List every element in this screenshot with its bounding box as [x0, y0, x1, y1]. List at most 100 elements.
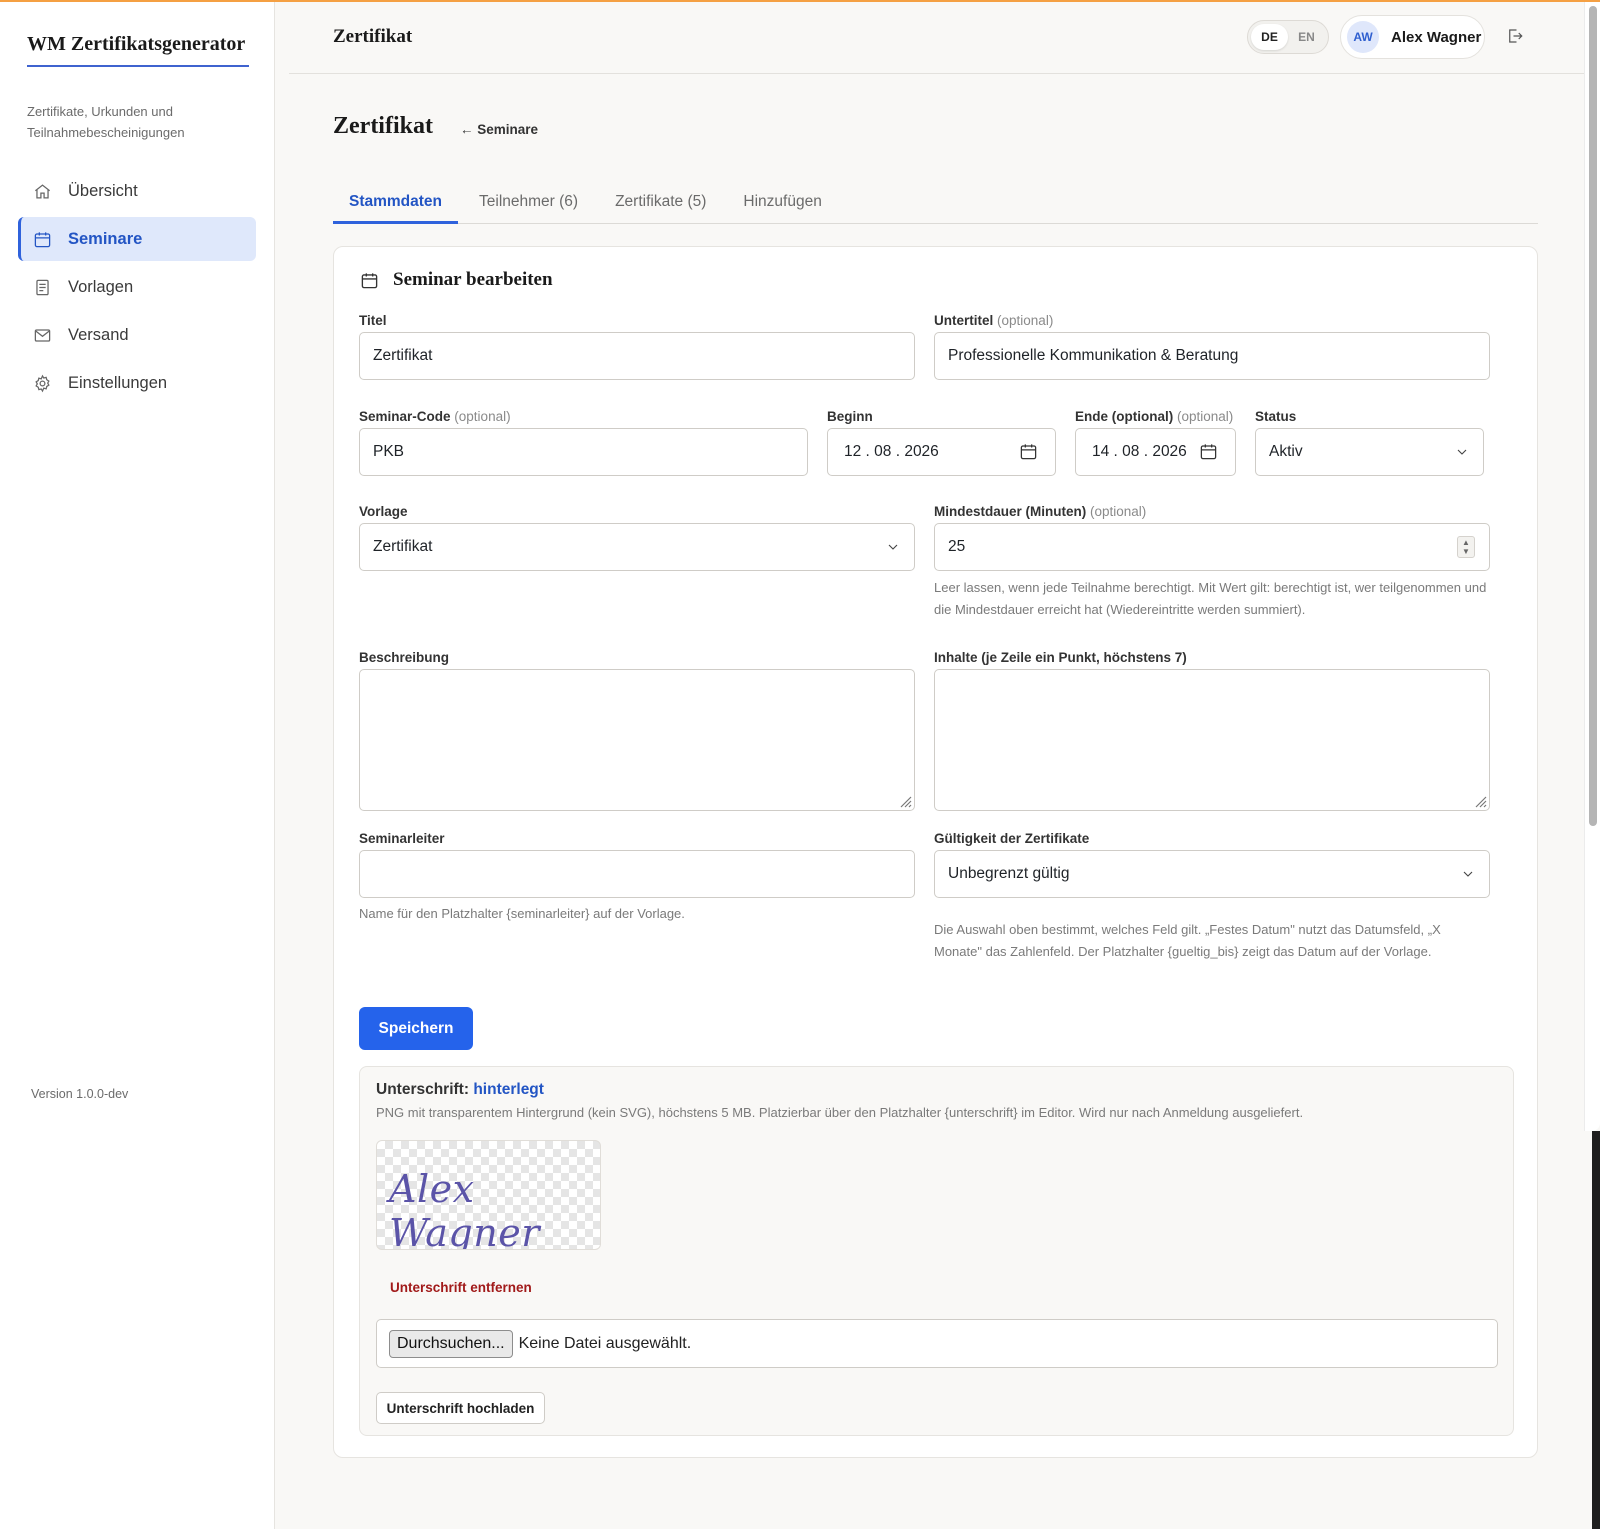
user-name: Alex Wagner	[1391, 28, 1482, 46]
seminarleiter-help: Name für den Platzhalter {seminarleiter}…	[359, 906, 685, 921]
top-accent-bar	[0, 0, 1600, 2]
chevron-down-icon	[1460, 866, 1476, 882]
user-menu[interactable]: AW Alex Wagner	[1340, 15, 1485, 59]
logout-icon[interactable]	[1506, 27, 1526, 47]
mail-icon	[32, 325, 52, 345]
page-title: Zertifikat	[333, 113, 433, 139]
save-button[interactable]: Speichern	[359, 1007, 473, 1050]
tab-hinzufuegen[interactable]: Hinzufügen	[727, 180, 837, 224]
calendar-icon[interactable]	[1199, 442, 1219, 462]
scrollbar-thumb[interactable]	[1589, 6, 1597, 826]
lang-de-button[interactable]: DE	[1251, 24, 1288, 50]
untertitel-label-text: Untertitel	[934, 313, 994, 328]
seminarleiter-input[interactable]	[359, 850, 915, 898]
vorlage-label: Vorlage	[359, 504, 408, 519]
status-value: Aktiv	[1269, 443, 1303, 460]
card-title-text: Seminar bearbeiten	[393, 269, 553, 290]
stepper-up-icon[interactable]: ▲	[1462, 538, 1470, 547]
gueltigkeit-select[interactable]: Unbegrenzt gültig	[934, 850, 1490, 898]
signature-title: Unterschrift: hinterlegt	[376, 1081, 544, 1099]
sidebar-item-uebersicht[interactable]: Übersicht	[18, 169, 256, 213]
untertitel-input[interactable]: Professionelle Kommunikation & Beratung	[934, 332, 1490, 380]
scrollbar[interactable]	[1584, 0, 1600, 1131]
status-select[interactable]: Aktiv	[1255, 428, 1484, 476]
seminar-code-input[interactable]: PKB	[359, 428, 808, 476]
window-edge	[1592, 1131, 1600, 1529]
mindestdauer-value: 25	[948, 538, 966, 555]
back-link-seminare[interactable]: ← Seminare	[460, 122, 538, 137]
avatar: AW	[1347, 21, 1379, 53]
gear-icon	[32, 373, 52, 393]
mindestdauer-label-text: Mindestdauer (Minuten)	[934, 504, 1087, 519]
brand-title: WM Zertifikatsgenerator	[27, 29, 249, 67]
mindestdauer-number-input[interactable]: 25 ▲ ▼	[934, 523, 1490, 571]
header-title: Zertifikat	[333, 26, 413, 47]
card-title: Seminar bearbeiten	[360, 269, 553, 291]
number-stepper[interactable]: ▲ ▼	[1457, 536, 1475, 558]
untertitel-label: Untertitel (optional)	[934, 313, 1053, 328]
sidebar-item-einstellungen[interactable]: Einstellungen	[18, 361, 256, 405]
sidebar-item-versand[interactable]: Versand	[18, 313, 256, 357]
stepper-down-icon[interactable]: ▼	[1462, 547, 1470, 556]
ende-date-input[interactable]: 14 . 08 . 2026	[1075, 428, 1236, 476]
chevron-down-icon	[885, 539, 901, 555]
top-header: Zertifikat DE EN AW Alex Wagner	[289, 2, 1584, 74]
inhalte-label: Inhalte (je Zeile ein Punkt, höchstens 7…	[934, 650, 1187, 665]
calendar-icon	[361, 272, 378, 288]
language-switch: DE EN	[1247, 20, 1329, 54]
brand-subtitle: Zertifikate, Urkunden und Teilnahmebesch…	[27, 104, 185, 140]
tab-zertifikate[interactable]: Zertifikate (5)	[599, 180, 722, 224]
gueltigkeit-help: Die Auswahl oben bestimmt, welches Feld …	[934, 922, 1441, 959]
ende-label-text: Ende (optional)	[1075, 409, 1174, 424]
seminar-edit-card: Seminar bearbeiten Titel Zertifikat Unte…	[333, 246, 1538, 1458]
signature-title-prefix: Unterschrift:	[376, 1081, 470, 1098]
ende-label: Ende (optional) (optional)	[1075, 409, 1233, 424]
chevron-down-icon	[1454, 444, 1470, 460]
mindestdauer-help: Leer lassen, wenn jede Teilnahme berecht…	[934, 580, 1487, 617]
vorlage-select[interactable]: Zertifikat	[359, 523, 915, 571]
sidebar: WM Zertifikatsgenerator Zertifikate, Urk…	[0, 0, 275, 1529]
upload-signature-button[interactable]: Unterschrift hochladen	[376, 1392, 545, 1424]
signature-help: PNG mit transparentem Hintergrund (kein …	[376, 1105, 1304, 1120]
signature-file-input[interactable]: Durchsuchen... Keine Datei ausgewählt.	[376, 1319, 1498, 1368]
ende-value: 14 . 08 . 2026	[1092, 443, 1187, 460]
gueltigkeit-value: Unbegrenzt gültig	[948, 865, 1070, 882]
optional-hint: (optional)	[1177, 409, 1234, 424]
sidebar-item-label: Übersicht	[68, 181, 138, 200]
sidebar-item-label: Versand	[68, 325, 129, 344]
beginn-date-input[interactable]: 12 . 08 . 2026	[827, 428, 1056, 476]
gueltigkeit-label: Gültigkeit der Zertifikate	[934, 831, 1090, 846]
sidebar-item-vorlagen[interactable]: Vorlagen	[18, 265, 256, 309]
calendar-icon	[32, 229, 52, 249]
sidebar-item-label: Einstellungen	[68, 373, 168, 392]
optional-hint: (optional)	[997, 313, 1054, 328]
signature-state: hinterlegt	[473, 1081, 544, 1098]
lang-en-button[interactable]: EN	[1288, 24, 1325, 50]
beschreibung-textarea[interactable]	[359, 669, 915, 811]
sidebar-item-label: Vorlagen	[68, 277, 134, 296]
mindestdauer-label: Mindestdauer (Minuten) (optional)	[934, 504, 1146, 519]
version-label: Version 1.0.0-dev	[31, 1087, 129, 1101]
inhalte-textarea[interactable]	[934, 669, 1490, 811]
status-label: Status	[1255, 409, 1297, 424]
titel-input[interactable]: Zertifikat	[359, 332, 915, 380]
resize-handle-icon[interactable]	[1473, 794, 1487, 808]
tab-bar: Stammdaten Teilnehmer (6) Zertifikate (5…	[333, 180, 1538, 224]
seminar-code-label: Seminar-Code (optional)	[359, 409, 511, 424]
seminar-code-label-text: Seminar-Code	[359, 409, 451, 424]
signature-panel: Unterschrift: hinterlegt PNG mit transpa…	[359, 1066, 1514, 1436]
tab-teilnehmer[interactable]: Teilnehmer (6)	[463, 180, 594, 224]
tab-stammdaten[interactable]: Stammdaten	[333, 180, 459, 224]
sidebar-item-seminare[interactable]: Seminare	[18, 217, 256, 261]
beginn-value: 12 . 08 . 2026	[844, 443, 939, 460]
resize-handle-icon[interactable]	[898, 794, 912, 808]
seminarleiter-label: Seminarleiter	[359, 831, 445, 846]
titel-label: Titel	[359, 313, 387, 328]
calendar-icon[interactable]	[1019, 442, 1039, 462]
beginn-label: Beginn	[827, 409, 873, 424]
remove-signature-button[interactable]: Unterschrift entfernen	[390, 1280, 532, 1295]
browse-button[interactable]: Durchsuchen...	[389, 1329, 513, 1358]
sidebar-nav: Übersicht Seminare Vorlagen Versand Eins…	[18, 169, 256, 409]
beschreibung-label: Beschreibung	[359, 650, 450, 665]
optional-hint: (optional)	[454, 409, 511, 424]
